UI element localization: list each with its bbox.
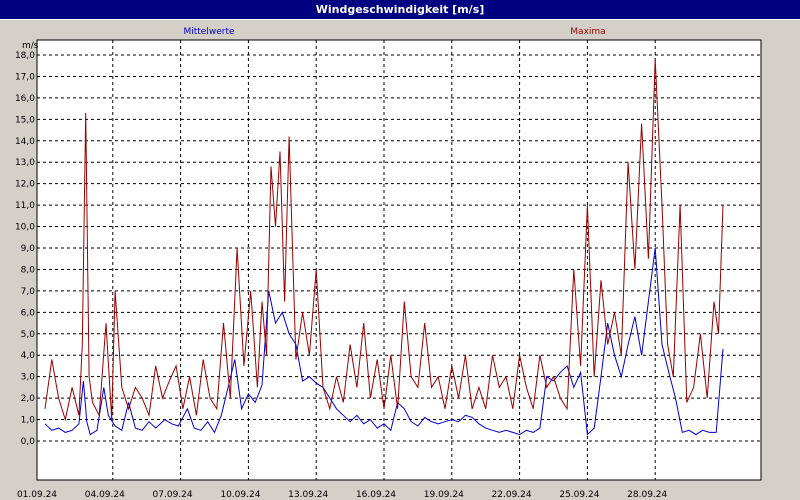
y-axis-label: m/s: [22, 41, 39, 51]
window-title: Windgeschwindigkeit [m/s]: [0, 0, 800, 20]
x-tick-label: 13.09.24: [288, 490, 328, 500]
y-tick-label: 5,0: [21, 330, 36, 340]
x-tick-label: 25.09.24: [559, 490, 599, 500]
y-tick-label: 17,0: [15, 72, 35, 82]
y-tick-label: 14,0: [15, 137, 35, 147]
y-tick-label: 4,0: [21, 351, 36, 361]
x-tick-label: 10.09.24: [220, 490, 260, 500]
y-tick-label: 16,0: [15, 94, 35, 104]
y-tick-label: 6,0: [21, 308, 36, 318]
x-tick-label: 28.09.24: [627, 490, 667, 500]
y-tick-label: 0,0: [21, 437, 36, 447]
legend-entry-mittelwerte: Mittelwerte: [183, 27, 234, 37]
y-tick-label: 8,0: [21, 265, 36, 275]
y-tick-label: 15,0: [15, 115, 35, 125]
y-tick-label: 3,0: [21, 373, 36, 383]
y-tick-label: 7,0: [21, 287, 36, 297]
y-tick-label: 18,0: [15, 51, 35, 61]
wind-speed-chart: 0,0 1,0 2,0 3,0 4,0 5,0 6,0 7,0 8,0 9,0 10,0 11,0 12…: [15, 27, 762, 500]
y-tick-label: 9,0: [21, 244, 36, 254]
x-tick-label: 04.09.24: [85, 490, 125, 500]
y-tick-label: 13,0: [15, 158, 35, 168]
x-tick-label: 19.09.24: [424, 490, 464, 500]
x-tick-label: 01.09.24: [17, 490, 57, 500]
y-tick-label: 1,0: [21, 416, 36, 426]
y-tick-label: 11,0: [15, 201, 35, 211]
y-tick-label: 12,0: [15, 180, 35, 190]
x-axis-ticks: 01.09.24 04.09.24 07.09.24 10.09.24 13.09.24…: [17, 490, 668, 500]
x-tick-label: 16.09.24: [356, 490, 396, 500]
plot-background: [36, 39, 762, 481]
y-tick-label: 10,0: [15, 223, 35, 233]
y-tick-label: 2,0: [21, 394, 36, 404]
x-tick-label: 22.09.24: [492, 490, 532, 500]
y-axis-ticks: 0,0 1,0 2,0 3,0 4,0 5,0 6,0 7,0 8,0 9,0 10,0 11,0 12…: [15, 51, 35, 447]
x-tick-label: 07.09.24: [153, 490, 193, 500]
legend-entry-maxima: Maxima: [570, 27, 605, 37]
